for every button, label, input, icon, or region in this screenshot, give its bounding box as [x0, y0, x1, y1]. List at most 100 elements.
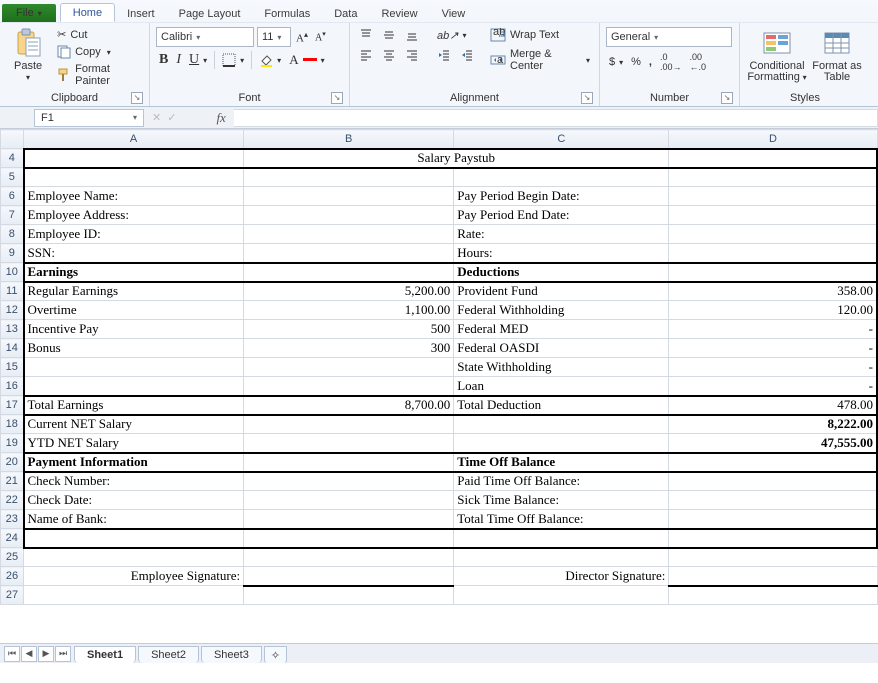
fx-icon[interactable]: fx [216, 110, 225, 126]
cell[interactable] [669, 149, 877, 168]
cell[interactable] [244, 358, 454, 377]
cell[interactable]: 500 [244, 320, 454, 339]
cell[interactable]: Overtime [24, 301, 244, 320]
cell[interactable]: Director Signature: [454, 567, 669, 586]
cell[interactable]: Time Off Balance [454, 453, 669, 472]
row-header[interactable]: 27 [1, 586, 24, 605]
col-header-C[interactable]: C [454, 130, 669, 149]
cell[interactable]: Regular Earnings [24, 282, 244, 301]
sheet-tab-3[interactable]: Sheet3 [201, 646, 262, 663]
cell[interactable]: Total Earnings [24, 396, 244, 415]
cell[interactable]: Total Time Off Balance: [454, 510, 669, 529]
format-as-table-button[interactable]: Format as Table [812, 27, 862, 83]
formula-input[interactable] [234, 109, 878, 127]
cell[interactable] [244, 510, 454, 529]
cell[interactable]: State Withholding [454, 358, 669, 377]
row-header[interactable]: 5 [1, 168, 24, 187]
row-header[interactable]: 6 [1, 187, 24, 206]
cell[interactable] [669, 472, 877, 491]
row-header[interactable]: 13 [1, 320, 24, 339]
cell[interactable] [669, 206, 877, 225]
cell[interactable] [24, 529, 244, 548]
cell[interactable] [669, 567, 877, 586]
sheet-tab-1[interactable]: Sheet1 [74, 646, 136, 663]
format-painter-button[interactable]: Format Painter [54, 62, 143, 88]
cell[interactable]: Sick Time Balance: [454, 491, 669, 510]
cell[interactable] [244, 472, 454, 491]
cell[interactable] [24, 149, 244, 168]
select-all-corner[interactable] [1, 130, 24, 149]
italic-button[interactable]: I [173, 51, 184, 69]
tab-page-layout[interactable]: Page Layout [167, 5, 253, 22]
col-header-A[interactable]: A [24, 130, 244, 149]
cell[interactable]: Employee ID: [24, 225, 244, 244]
cell[interactable] [669, 168, 877, 187]
tab-nav-prev[interactable]: ◀ [21, 646, 37, 662]
cell[interactable]: 358.00 [669, 282, 877, 301]
cell[interactable] [669, 529, 877, 548]
col-header-D[interactable]: D [669, 130, 877, 149]
wrap-text-button[interactable]: abWrap Text [487, 27, 593, 43]
number-format-select[interactable]: General▾ [606, 27, 732, 47]
cell[interactable] [669, 548, 877, 567]
font-size-select[interactable]: 11▾ [257, 27, 291, 47]
cell[interactable]: Employee Address: [24, 206, 244, 225]
cell[interactable] [24, 377, 244, 396]
row-header[interactable]: 18 [1, 415, 24, 434]
cell[interactable]: Incentive Pay [24, 320, 244, 339]
cell[interactable]: Provident Fund [454, 282, 669, 301]
tab-formulas[interactable]: Formulas [252, 5, 322, 22]
cell[interactable] [669, 225, 877, 244]
tab-nav-next[interactable]: ▶ [38, 646, 54, 662]
increase-indent-button[interactable] [457, 47, 477, 63]
cell[interactable]: Federal MED [454, 320, 669, 339]
cell[interactable]: 1,100.00 [244, 301, 454, 320]
orientation-button[interactable]: ab↗▾ [434, 27, 469, 43]
row-header[interactable]: 7 [1, 206, 24, 225]
cell[interactable] [244, 187, 454, 206]
currency-button[interactable]: $▾ [606, 51, 626, 73]
align-bottom-button[interactable] [402, 27, 422, 43]
cut-button[interactable]: ✂Cut [54, 27, 143, 42]
row-header[interactable]: 15 [1, 358, 24, 377]
cell[interactable] [669, 510, 877, 529]
underline-button[interactable]: U▾ [186, 51, 210, 69]
tab-insert[interactable]: Insert [115, 5, 167, 22]
cell[interactable] [454, 434, 669, 453]
row-header[interactable]: 11 [1, 282, 24, 301]
row-header[interactable]: 20 [1, 453, 24, 472]
cell[interactable] [244, 586, 454, 605]
row-header[interactable]: 16 [1, 377, 24, 396]
tab-data[interactable]: Data [322, 5, 369, 22]
bold-button[interactable]: B [156, 51, 171, 69]
font-name-select[interactable]: Calibri▾ [156, 27, 254, 47]
font-color-button[interactable]: A▾ [286, 51, 327, 69]
cell[interactable]: Federal Withholding [454, 301, 669, 320]
cell[interactable] [669, 491, 877, 510]
cell[interactable]: Hours: [454, 244, 669, 263]
cell[interactable] [454, 168, 669, 187]
cell[interactable]: 8,222.00 [669, 415, 877, 434]
cell[interactable] [24, 358, 244, 377]
row-header[interactable]: 23 [1, 510, 24, 529]
sheet-tab-2[interactable]: Sheet2 [138, 646, 199, 663]
cell[interactable]: - [669, 358, 877, 377]
cell[interactable] [244, 225, 454, 244]
row-header[interactable]: 19 [1, 434, 24, 453]
cell[interactable]: Payment Information [24, 453, 244, 472]
grid[interactable]: A B C D 4 Salary Paystub 5 6 Employee Na… [0, 129, 878, 605]
cell[interactable]: Employee Name: [24, 187, 244, 206]
cell[interactable]: Federal OASDI [454, 339, 669, 358]
align-top-button[interactable] [356, 27, 376, 43]
row-header[interactable]: 4 [1, 149, 24, 168]
cell[interactable] [244, 434, 454, 453]
cell[interactable] [244, 263, 454, 282]
cell[interactable]: Deductions [454, 263, 669, 282]
cell[interactable] [244, 453, 454, 472]
cell[interactable]: 5,200.00 [244, 282, 454, 301]
row-header[interactable]: 14 [1, 339, 24, 358]
cell[interactable]: Check Number: [24, 472, 244, 491]
cell[interactable] [454, 586, 669, 605]
dialog-launcher-icon[interactable]: ↘ [581, 92, 593, 104]
row-header[interactable]: 9 [1, 244, 24, 263]
